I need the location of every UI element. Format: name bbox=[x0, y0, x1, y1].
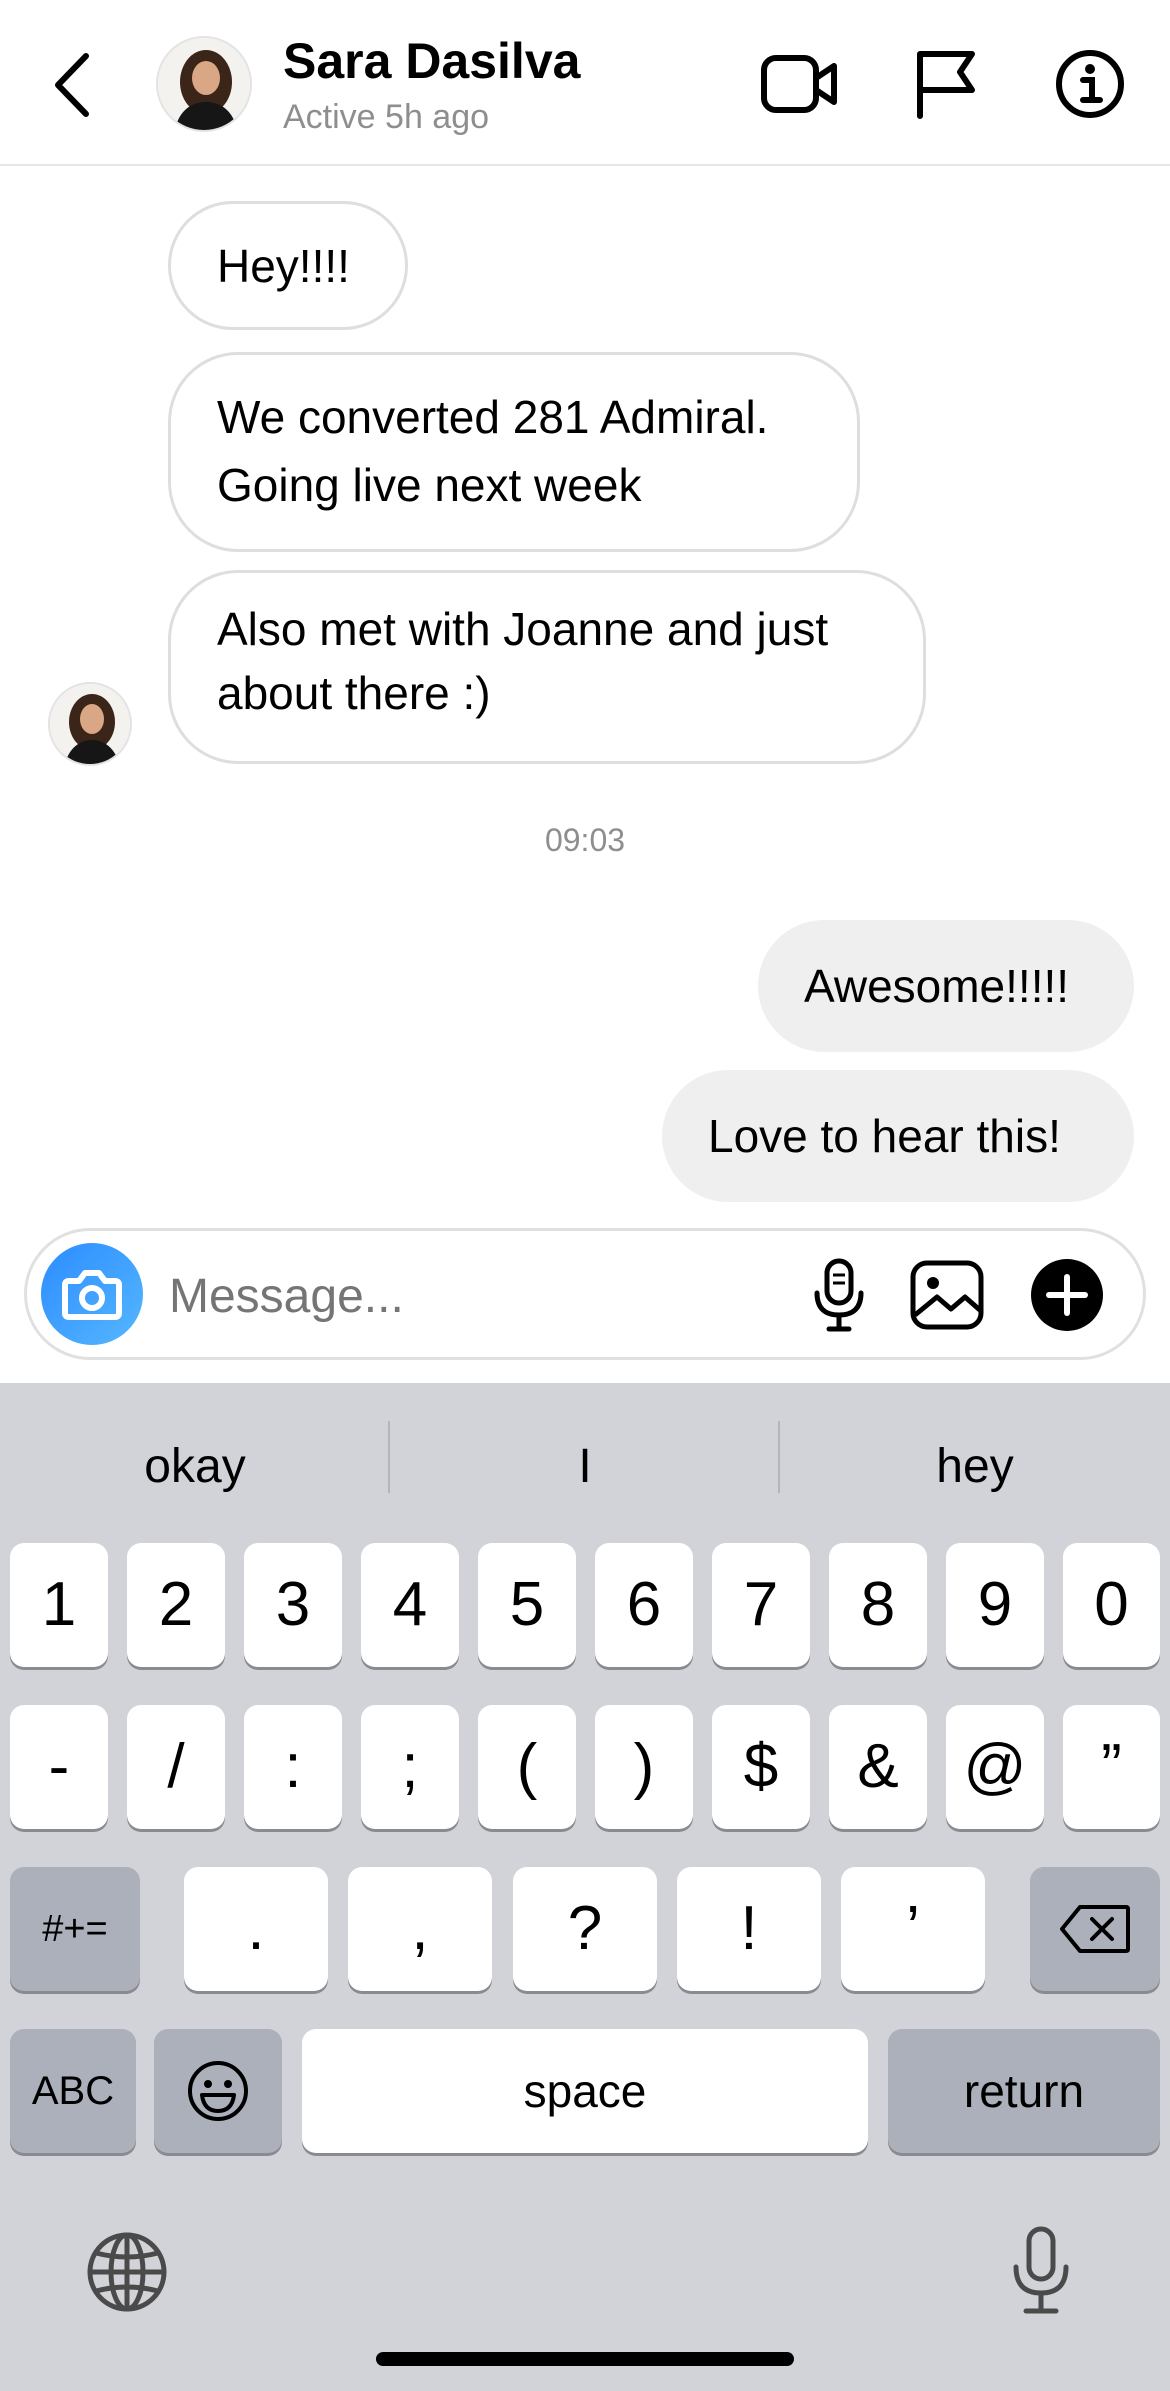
emoji-key[interactable] bbox=[154, 2029, 282, 2153]
key-hyphen[interactable]: - bbox=[10, 1705, 108, 1829]
on-screen-keyboard: okay I hey 1 2 3 4 5 6 7 8 9 0 - / : ; (… bbox=[0, 1383, 1170, 2391]
key-colon[interactable]: : bbox=[244, 1705, 342, 1829]
suggestion-divider bbox=[778, 1421, 780, 1493]
video-camera-icon[interactable] bbox=[760, 48, 840, 120]
key-apostrophe[interactable]: ’ bbox=[841, 1867, 985, 1991]
avatar[interactable] bbox=[156, 36, 252, 132]
flag-icon[interactable] bbox=[906, 48, 986, 120]
key-0[interactable]: 0 bbox=[1063, 1543, 1160, 1667]
message-bubble-outgoing[interactable]: Awesome!!!!! bbox=[758, 920, 1134, 1052]
message-text: We converted 281 Admiral. bbox=[217, 391, 769, 443]
key-more-symbols[interactable]: #+= bbox=[10, 1867, 140, 1991]
key-at[interactable]: @ bbox=[946, 1705, 1044, 1829]
timestamp: 09:03 bbox=[544, 822, 626, 858]
suggestion-i[interactable]: I bbox=[395, 1439, 775, 1494]
key-1[interactable]: 1 bbox=[10, 1543, 108, 1667]
key-slash[interactable]: / bbox=[127, 1705, 225, 1829]
key-dollar[interactable]: $ bbox=[712, 1705, 810, 1829]
image-icon[interactable] bbox=[907, 1255, 987, 1335]
message-bubble-outgoing[interactable]: Love to hear this! bbox=[662, 1070, 1134, 1202]
message-bubble-incoming[interactable]: Hey!!!! bbox=[168, 201, 408, 330]
chat-header: Sara Dasilva Active 5h ago bbox=[0, 0, 1170, 166]
key-double-quote[interactable]: ” bbox=[1063, 1705, 1160, 1829]
globe-icon[interactable] bbox=[86, 2231, 168, 2313]
key-close-paren[interactable]: ) bbox=[595, 1705, 693, 1829]
backspace-icon bbox=[1058, 1903, 1132, 1955]
sender-avatar[interactable] bbox=[48, 682, 132, 766]
suggestion-okay[interactable]: okay bbox=[5, 1439, 385, 1494]
info-icon[interactable] bbox=[1050, 48, 1130, 120]
home-indicator bbox=[376, 2352, 794, 2366]
key-comma[interactable]: , bbox=[348, 1867, 492, 1991]
message-input[interactable] bbox=[169, 1261, 769, 1331]
message-text: about there :) bbox=[217, 667, 491, 719]
dictation-microphone-icon[interactable] bbox=[1010, 2225, 1072, 2317]
key-period[interactable]: . bbox=[184, 1867, 328, 1991]
message-composer bbox=[24, 1228, 1146, 1360]
key-4[interactable]: 4 bbox=[361, 1543, 459, 1667]
emoji-icon bbox=[186, 2059, 250, 2123]
message-text: Love to hear this! bbox=[708, 1110, 1061, 1162]
key-semicolon[interactable]: ; bbox=[361, 1705, 459, 1829]
key-9[interactable]: 9 bbox=[946, 1543, 1044, 1667]
suggestion-hey[interactable]: hey bbox=[785, 1439, 1165, 1494]
active-status: Active 5h ago bbox=[283, 98, 490, 136]
back-chevron-icon[interactable] bbox=[48, 50, 98, 120]
key-exclamation[interactable]: ! bbox=[677, 1867, 821, 1991]
message-text: Awesome!!!!! bbox=[804, 960, 1070, 1012]
message-bubble-incoming[interactable]: We converted 281 Admiral. Going live nex… bbox=[168, 352, 860, 552]
key-open-paren[interactable]: ( bbox=[478, 1705, 576, 1829]
space-key[interactable]: space bbox=[302, 2029, 868, 2153]
message-text: Going live next week bbox=[217, 459, 642, 511]
backspace-key[interactable] bbox=[1030, 1867, 1160, 1991]
message-bubble-incoming[interactable]: Also met with Joanne and just about ther… bbox=[168, 570, 926, 764]
key-3[interactable]: 3 bbox=[244, 1543, 342, 1667]
key-7[interactable]: 7 bbox=[712, 1543, 810, 1667]
key-6[interactable]: 6 bbox=[595, 1543, 693, 1667]
key-abc[interactable]: ABC bbox=[10, 2029, 136, 2153]
key-5[interactable]: 5 bbox=[478, 1543, 576, 1667]
contact-name[interactable]: Sara Dasilva bbox=[283, 32, 580, 90]
camera-icon[interactable] bbox=[41, 1243, 143, 1345]
message-text: Also met with Joanne and just bbox=[217, 603, 829, 655]
key-ampersand[interactable]: & bbox=[829, 1705, 927, 1829]
microphone-icon[interactable] bbox=[799, 1255, 879, 1335]
return-key[interactable]: return bbox=[888, 2029, 1160, 2153]
suggestion-divider bbox=[388, 1421, 390, 1493]
add-icon[interactable] bbox=[1027, 1255, 1107, 1335]
key-8[interactable]: 8 bbox=[829, 1543, 927, 1667]
key-2[interactable]: 2 bbox=[127, 1543, 225, 1667]
message-text: Hey!!!! bbox=[217, 240, 350, 292]
key-question[interactable]: ? bbox=[513, 1867, 657, 1991]
